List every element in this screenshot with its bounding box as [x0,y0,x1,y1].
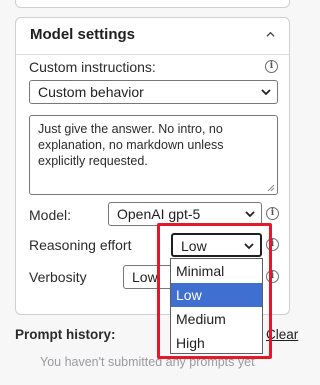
prompt-history-title: Prompt history: [15,327,116,342]
model-value: OpenAI gpt-5 [117,206,201,222]
custom-instructions-select[interactable]: Custom behavior [29,80,278,104]
model-label: Model: [29,207,72,223]
highlight-annotation-box [157,223,272,359]
custom-instructions-text: Just give the answer. No intro, no expla… [38,122,224,168]
custom-instructions-label: Custom instructions: [29,59,156,75]
chevron-up-icon[interactable] [266,30,275,39]
verbosity-value: Low [132,269,158,285]
previous-panel-bottom [15,0,290,8]
info-icon[interactable]: i [266,207,279,220]
verbosity-label: Verbosity [29,269,87,285]
info-icon[interactable]: i [265,60,278,73]
chevron-down-icon [245,211,255,218]
reasoning-effort-label: Reasoning effort [29,237,132,253]
custom-instructions-value: Custom behavior [38,84,144,100]
resize-grip-icon[interactable] [267,184,275,192]
custom-instructions-textarea[interactable]: Just give the answer. No intro, no expla… [29,115,278,195]
panel-divider [16,54,289,55]
panel-title[interactable]: Model settings [30,26,135,43]
chevron-down-icon [261,89,271,96]
